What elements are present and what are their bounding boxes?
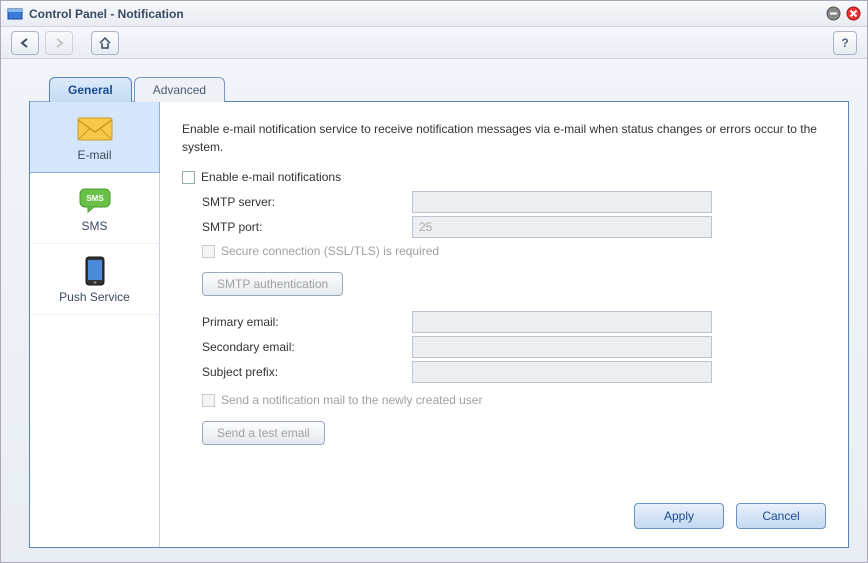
smtp-port-label: SMTP port: xyxy=(202,220,412,234)
secondary-email-row: Secondary email: xyxy=(202,336,826,358)
smtp-server-row: SMTP server: xyxy=(202,191,826,213)
panel: E-mail SMS SMS Push Service Enable e-mai… xyxy=(29,101,849,548)
send-test-button[interactable]: Send a test email xyxy=(202,421,325,445)
home-button[interactable] xyxy=(91,31,119,55)
secondary-email-label: Secondary email: xyxy=(202,340,412,354)
checkbox-label: Enable e-mail notifications xyxy=(201,170,341,184)
sidebar-item-label: Push Service xyxy=(59,290,130,304)
ssl-checkbox[interactable]: Secure connection (SSL/TLS) is required xyxy=(202,244,826,258)
window-title: Control Panel - Notification xyxy=(29,7,821,21)
forward-button[interactable] xyxy=(45,31,73,55)
sidebar-item-push[interactable]: Push Service xyxy=(30,244,159,315)
apply-button[interactable]: Apply xyxy=(634,503,724,529)
content-area: General Advanced E-mail SMS SMS xyxy=(1,59,867,562)
primary-email-input[interactable] xyxy=(412,311,712,333)
sidebar-item-label: E-mail xyxy=(77,148,111,162)
send-newuser-checkbox[interactable]: Send a notification mail to the newly cr… xyxy=(202,393,826,407)
checkbox-icon xyxy=(182,171,195,184)
smtp-port-input[interactable] xyxy=(412,216,712,238)
smtp-server-label: SMTP server: xyxy=(202,195,412,209)
description-text: Enable e-mail notification service to re… xyxy=(182,120,826,156)
back-button[interactable] xyxy=(11,31,39,55)
smtp-auth-button[interactable]: SMTP authentication xyxy=(202,272,343,296)
checkbox-icon xyxy=(202,394,215,407)
subject-prefix-label: Subject prefix: xyxy=(202,365,412,379)
subject-prefix-row: Subject prefix: xyxy=(202,361,826,383)
secondary-email-input[interactable] xyxy=(412,336,712,358)
enable-email-checkbox[interactable]: Enable e-mail notifications xyxy=(182,170,826,184)
sidebar: E-mail SMS SMS Push Service xyxy=(30,102,160,547)
help-button[interactable]: ? xyxy=(833,31,857,55)
minimize-icon[interactable] xyxy=(825,6,841,22)
main-content: Enable e-mail notification service to re… xyxy=(160,102,848,547)
tab-advanced[interactable]: Advanced xyxy=(134,77,225,102)
primary-email-label: Primary email: xyxy=(202,315,412,329)
tabs: General Advanced xyxy=(49,77,849,102)
titlebar: Control Panel - Notification xyxy=(1,1,867,27)
tab-general[interactable]: General xyxy=(49,77,132,102)
push-icon xyxy=(75,256,115,286)
window: Control Panel - Notification ? General A… xyxy=(0,0,868,563)
email-icon xyxy=(75,114,115,144)
smtp-port-row: SMTP port: xyxy=(202,216,826,238)
sidebar-item-label: SMS xyxy=(81,219,107,233)
svg-text:SMS: SMS xyxy=(86,194,104,203)
checkbox-label: Secure connection (SSL/TLS) is required xyxy=(221,244,439,258)
checkbox-icon xyxy=(202,245,215,258)
toolbar: ? xyxy=(1,27,867,59)
footer-buttons: Apply Cancel xyxy=(182,491,826,529)
subject-prefix-input[interactable] xyxy=(412,361,712,383)
sidebar-item-email[interactable]: E-mail xyxy=(30,101,160,173)
checkbox-label: Send a notification mail to the newly cr… xyxy=(221,393,482,407)
primary-email-row: Primary email: xyxy=(202,311,826,333)
close-icon[interactable] xyxy=(845,6,861,22)
smtp-server-input[interactable] xyxy=(412,191,712,213)
sms-icon: SMS xyxy=(75,185,115,215)
cancel-button[interactable]: Cancel xyxy=(736,503,826,529)
app-icon xyxy=(7,6,23,22)
sidebar-item-sms[interactable]: SMS SMS xyxy=(30,173,159,244)
